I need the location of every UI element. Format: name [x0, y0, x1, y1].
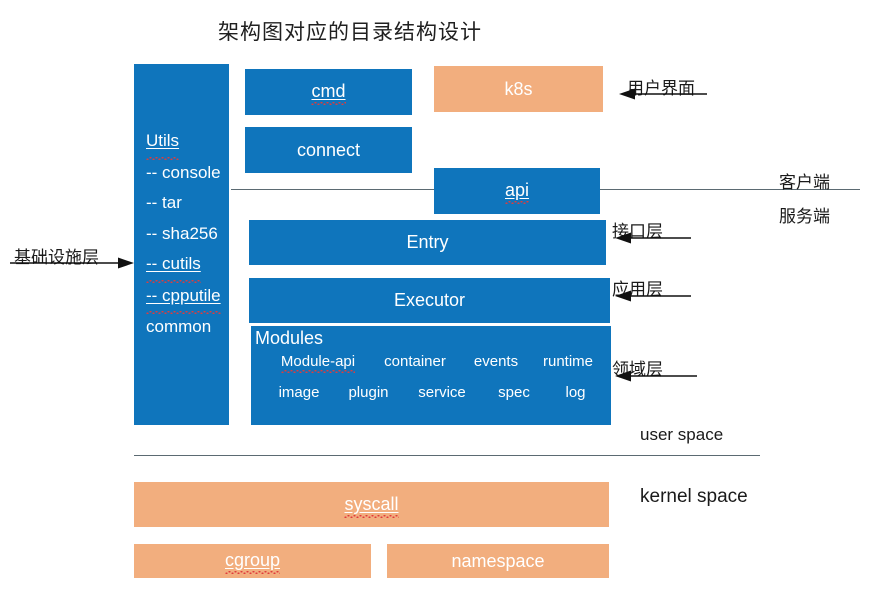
api-label: api — [504, 180, 530, 204]
annotation-client: 客户端 — [779, 173, 830, 192]
modules-row-2: image plugin service spec log — [265, 384, 603, 401]
module-item-runtime[interactable]: runtime — [533, 353, 603, 371]
module-label-module-api: Module-api — [280, 353, 356, 373]
module-item-spec[interactable]: spec — [480, 384, 548, 401]
utils-item-common: common — [146, 317, 212, 336]
utils-label-cpputile: -- cpputile — [146, 281, 221, 314]
entry-label: Entry — [406, 232, 449, 252]
cmd-box[interactable]: cmd — [245, 69, 412, 115]
module-item-module-api[interactable]: Module-api — [265, 353, 371, 373]
cgroup-box[interactable]: cgroup — [134, 544, 371, 578]
module-item-container[interactable]: container — [371, 353, 459, 371]
modules-box[interactable]: Modules Module-api container events runt… — [251, 326, 611, 425]
user-space-label: user space — [640, 425, 724, 444]
arrow-left-application-layer-icon — [615, 290, 691, 302]
connect-box[interactable]: connect — [245, 127, 412, 173]
module-item-events[interactable]: events — [459, 353, 533, 371]
arrow-right-infrastructure-layer-icon — [10, 257, 134, 269]
page-title: 架构图对应的目录结构设计 — [218, 20, 482, 44]
utils-item-utils: Utils — [146, 126, 221, 159]
module-item-log[interactable]: log — [548, 384, 603, 401]
cgroup-label: cgroup — [224, 550, 281, 574]
namespace-box[interactable]: namespace — [387, 544, 609, 578]
module-item-plugin[interactable]: plugin — [333, 384, 404, 401]
utils-item-cutils: -- cutils — [146, 249, 221, 282]
module-item-image[interactable]: image — [265, 384, 333, 401]
utils-label-utils: Utils — [146, 126, 180, 159]
arrow-left-user-interface-icon — [619, 88, 707, 100]
executor-label: Executor — [393, 290, 466, 310]
utils-item-sha256: -- sha256 — [146, 223, 218, 243]
connect-label: connect — [296, 139, 361, 160]
utils-item-cpputile: -- cpputile — [146, 281, 221, 314]
utils-item-list: Utils -- console -- tar -- sha256 -- cut… — [146, 126, 221, 343]
namespace-label: namespace — [451, 550, 545, 571]
k8s-box[interactable]: k8s — [434, 66, 603, 112]
utils-label-cutils: -- cutils — [146, 249, 201, 282]
syscall-box[interactable]: syscall — [134, 482, 609, 527]
cmd-label: cmd — [311, 81, 346, 105]
modules-title: Modules — [255, 328, 324, 348]
utils-item-tar: -- tar — [146, 193, 182, 212]
module-item-service[interactable]: service — [404, 384, 480, 401]
kernel-space-label: kernel space — [640, 486, 748, 507]
utils-item-console: -- console — [146, 162, 221, 182]
annotation-server: 服务端 — [779, 207, 830, 226]
user-kernel-space-divider — [134, 455, 760, 456]
arrow-left-domain-layer-icon — [615, 370, 697, 382]
syscall-label: syscall — [344, 493, 399, 518]
k8s-label: k8s — [504, 78, 533, 99]
executor-box[interactable]: Executor — [249, 278, 610, 323]
entry-box[interactable]: Entry — [249, 220, 606, 265]
diagram-canvas: 架构图对应的目录结构设计 Utils -- console -- tar -- … — [0, 0, 878, 606]
utils-column[interactable]: Utils -- console -- tar -- sha256 -- cut… — [134, 64, 229, 425]
api-box[interactable]: api — [434, 168, 600, 214]
arrow-left-interface-layer-icon — [615, 232, 691, 244]
modules-row-1: Module-api container events runtime — [265, 353, 603, 373]
